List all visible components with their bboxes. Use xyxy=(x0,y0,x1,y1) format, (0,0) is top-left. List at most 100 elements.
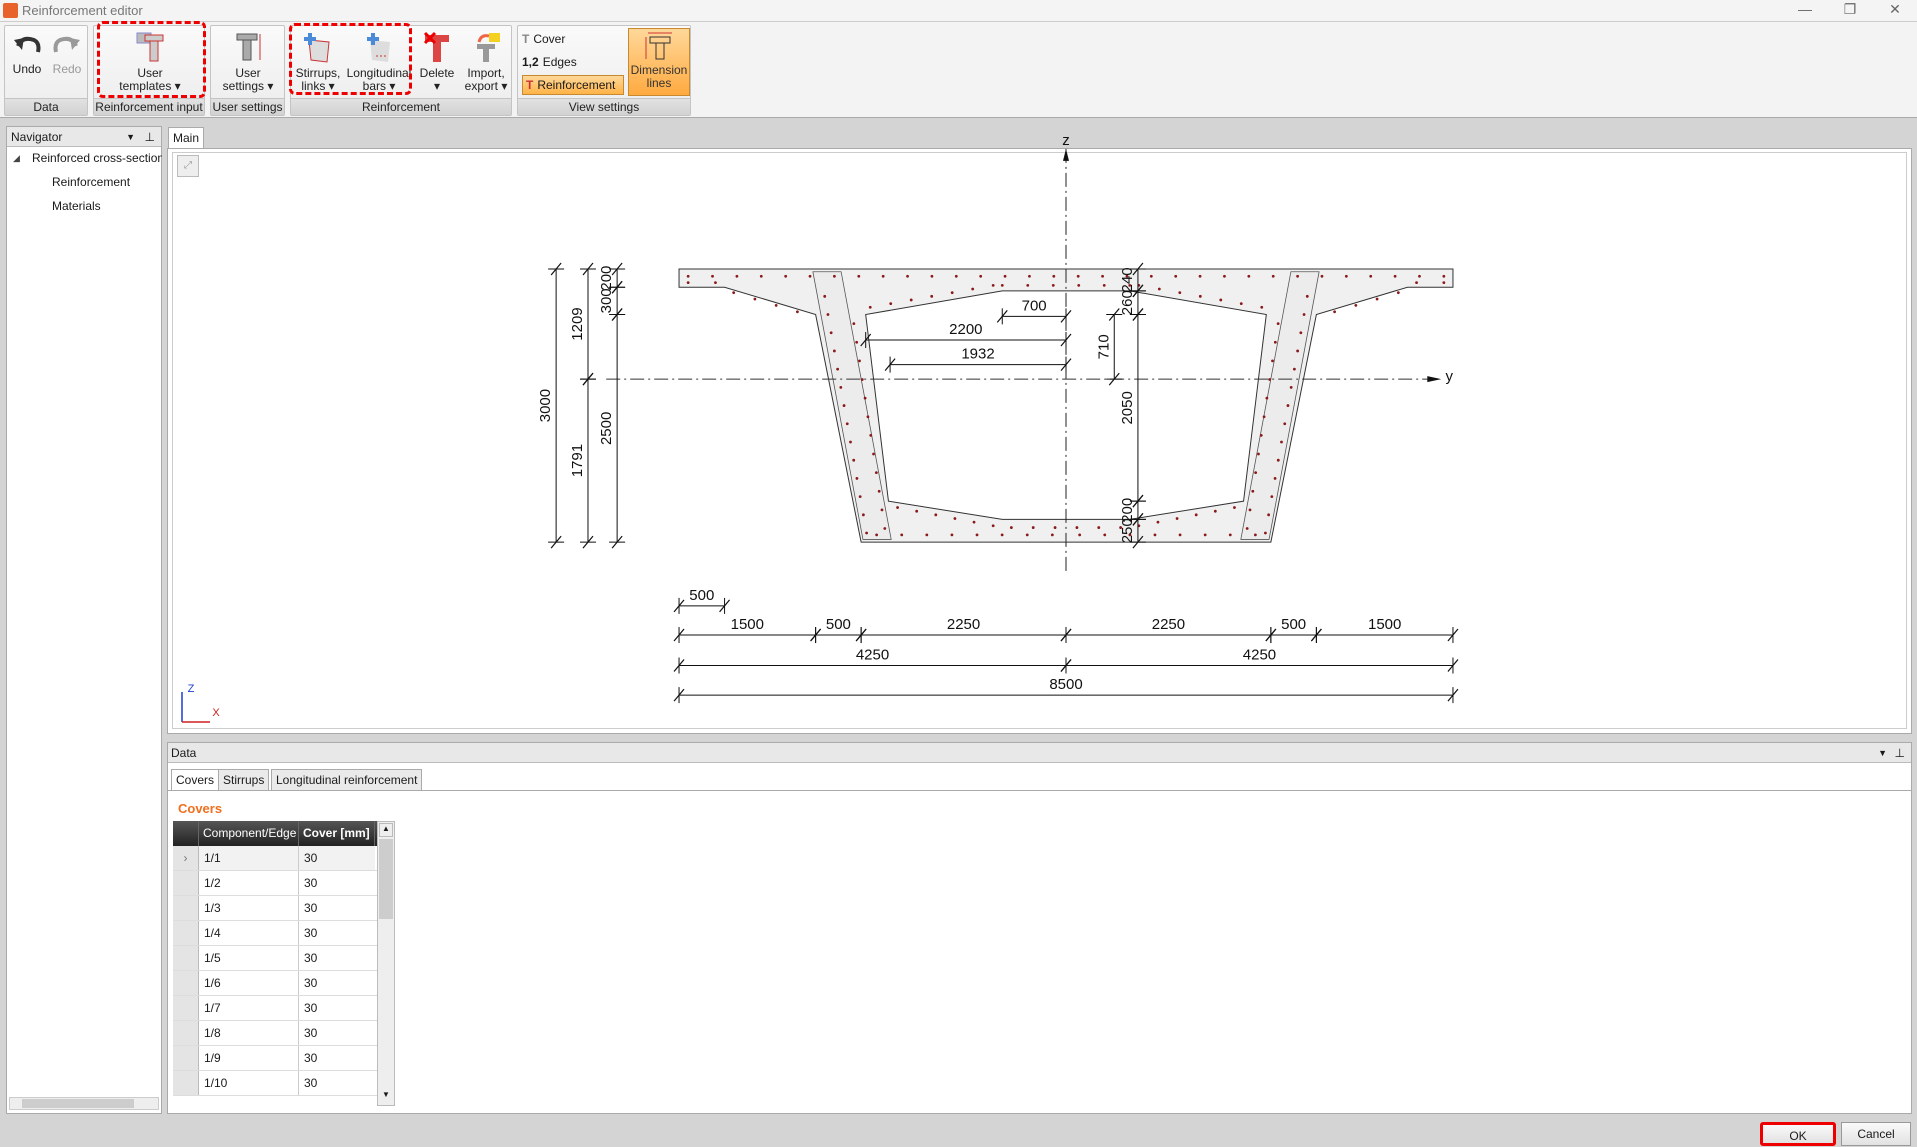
minimize-button[interactable]: — xyxy=(1790,1,1820,17)
edge-cell[interactable]: 1/4 xyxy=(199,921,299,945)
table-body: › 1/1 30 1/2 30 1/3 30 1/4 30 1/5 30 1/6 30 1/7 30 1/8 3… xyxy=(173,846,377,1096)
cover-cell[interactable]: 30 xyxy=(299,946,375,970)
vertical-scrollbar[interactable]: ▲ ▼ xyxy=(377,821,395,1106)
cover-cell[interactable]: 30 xyxy=(299,871,375,895)
table-row[interactable]: 1/3 30 xyxy=(173,896,377,921)
ribbon: Undo Redo Data User templates ▾ Reinforce… xyxy=(0,21,1917,118)
tab-longitudinal-reinforcement[interactable]: Longitudinal reinforcement xyxy=(271,769,423,790)
tree-item-materials[interactable]: Materials xyxy=(52,199,101,213)
row-selector[interactable] xyxy=(173,871,199,895)
cover-cell[interactable]: 30 xyxy=(299,996,375,1020)
scroll-up-icon[interactable]: ▲ xyxy=(379,823,393,837)
undo-icon xyxy=(14,36,41,53)
tree-item-reinforcement[interactable]: Reinforcement xyxy=(52,175,130,189)
edge-cell[interactable]: 1/8 xyxy=(199,1021,299,1045)
scrollbar-thumb[interactable] xyxy=(379,839,393,919)
scroll-down-icon[interactable]: ▼ xyxy=(379,1090,393,1104)
undo-button[interactable]: Undo xyxy=(9,30,45,76)
import-export-button[interactable]: Import, export ▾ xyxy=(461,30,511,93)
ok-button[interactable]: OK xyxy=(1760,1122,1836,1146)
delete-icon xyxy=(423,31,449,62)
edge-cell[interactable]: 1/6 xyxy=(199,971,299,995)
delete-button[interactable]: Delete ▾ xyxy=(415,30,459,93)
tab-covers[interactable]: Covers xyxy=(171,769,220,791)
edge-cell[interactable]: 1/1 xyxy=(199,846,299,870)
row-selector[interactable]: › xyxy=(173,846,199,870)
cover-cell[interactable]: 30 xyxy=(299,846,375,870)
covers-table: Component/Edge Cover [mm] › 1/1 30 1/2 30 1/3… xyxy=(173,821,377,1096)
table-row[interactable]: 1/7 30 xyxy=(173,996,377,1021)
section-title: Covers xyxy=(178,801,223,816)
table-row[interactable]: 1/10 30 xyxy=(173,1071,377,1096)
user-settings-button[interactable]: User settings ▾ xyxy=(217,30,279,93)
restore-button[interactable]: ❐ xyxy=(1835,1,1865,18)
cover-cell[interactable]: 30 xyxy=(299,1046,375,1070)
tree-root-item[interactable]: Reinforced cross-section xyxy=(32,151,162,165)
z-axis-label: z xyxy=(1062,132,1070,149)
cover-cell[interactable]: 30 xyxy=(299,1021,375,1045)
dimension-lines-icon xyxy=(645,32,672,60)
row-selector[interactable] xyxy=(173,946,199,970)
table-row[interactable]: 1/8 30 xyxy=(173,1021,377,1046)
redo-icon xyxy=(53,36,80,53)
pin-icon[interactable]: ⊥ xyxy=(145,127,155,147)
t-icon: T xyxy=(522,32,530,46)
row-selector[interactable] xyxy=(173,921,199,945)
row-selector[interactable] xyxy=(173,1021,199,1045)
tab-stirrups[interactable]: Stirrups xyxy=(218,769,270,790)
collapse-icon[interactable]: ◢ xyxy=(13,153,20,164)
table-row[interactable]: 1/5 30 xyxy=(173,946,377,971)
row-selector[interactable] xyxy=(173,971,199,995)
table-header: Component/Edge Cover [mm] xyxy=(173,821,377,846)
cancel-button[interactable]: Cancel xyxy=(1841,1122,1911,1146)
row-selector[interactable] xyxy=(173,996,199,1020)
group-data: Undo Redo Data xyxy=(4,25,88,116)
dropdown-icon[interactable]: ▼ xyxy=(126,127,135,147)
row-selector[interactable] xyxy=(173,896,199,920)
cover-cell[interactable]: 30 xyxy=(299,971,375,995)
table-row[interactable]: 1/6 30 xyxy=(173,971,377,996)
cover-cell[interactable]: 30 xyxy=(299,1071,375,1095)
table-row[interactable]: › 1/1 30 xyxy=(173,846,377,871)
cover-cell[interactable]: 30 xyxy=(299,921,375,945)
tab-divider xyxy=(168,790,1911,791)
table-row[interactable]: 1/2 30 xyxy=(173,871,377,896)
edge-cell[interactable]: 1/2 xyxy=(199,871,299,895)
edge-cell[interactable]: 1/7 xyxy=(199,996,299,1020)
view-edges-toggle[interactable]: 1,2 Edges xyxy=(522,52,577,72)
dimension-lines-toggle[interactable]: Dimension lines xyxy=(628,28,690,96)
app-logo-icon xyxy=(3,3,18,18)
table-row[interactable]: 1/9 30 xyxy=(173,1046,377,1071)
group-user-settings: User settings ▾ User settings xyxy=(210,25,285,116)
row-selector[interactable] xyxy=(173,1071,199,1095)
tab-main[interactable]: Main xyxy=(168,127,204,149)
horizontal-scrollbar[interactable] xyxy=(9,1097,159,1110)
navigator-header: Navigator ▼ ⊥ xyxy=(7,127,161,147)
column-header-edge[interactable]: Component/Edge xyxy=(199,821,299,846)
edge-cell[interactable]: 1/5 xyxy=(199,946,299,970)
highlight-reinforcement-buttons xyxy=(289,23,412,95)
column-header-cover[interactable]: Cover [mm] xyxy=(299,821,375,846)
view-cover-toggle[interactable]: T Cover xyxy=(522,29,565,49)
fit-view-icon[interactable]: ⤢ xyxy=(177,155,199,177)
edge-cell[interactable]: 1/10 xyxy=(199,1071,299,1095)
edge-cell[interactable]: 1/3 xyxy=(199,896,299,920)
pin-icon[interactable]: ⊥ xyxy=(1895,743,1905,763)
window-title: Reinforcement editor xyxy=(22,3,143,18)
t-icon: T xyxy=(526,78,534,92)
view-reinforcement-toggle[interactable]: T Reinforcement xyxy=(522,75,624,95)
data-panel-header: Data ▼ ⊥ xyxy=(168,743,1911,763)
t-section-icon xyxy=(236,33,261,61)
edge-cell[interactable]: 1/9 xyxy=(199,1046,299,1070)
cover-cell[interactable]: 30 xyxy=(299,896,375,920)
data-panel: Data ▼ ⊥ Covers Stirrups Longitudinal re… xyxy=(167,742,1912,1114)
table-row[interactable]: 1/4 30 xyxy=(173,921,377,946)
row-selector[interactable] xyxy=(173,1046,199,1070)
redo-button[interactable]: Redo xyxy=(49,30,85,76)
close-button[interactable]: ✕ xyxy=(1880,1,1910,18)
dropdown-icon[interactable]: ▼ xyxy=(1878,743,1887,763)
highlight-user-templates xyxy=(97,21,206,98)
group-view-settings: T Cover 1,2 Edges T Reinforcement Dimension… xyxy=(517,25,691,116)
drawing-area[interactable]: ⤢ xyxy=(172,152,1907,729)
title-bar: Reinforcement editor — ❐ ✕ xyxy=(0,0,1917,22)
